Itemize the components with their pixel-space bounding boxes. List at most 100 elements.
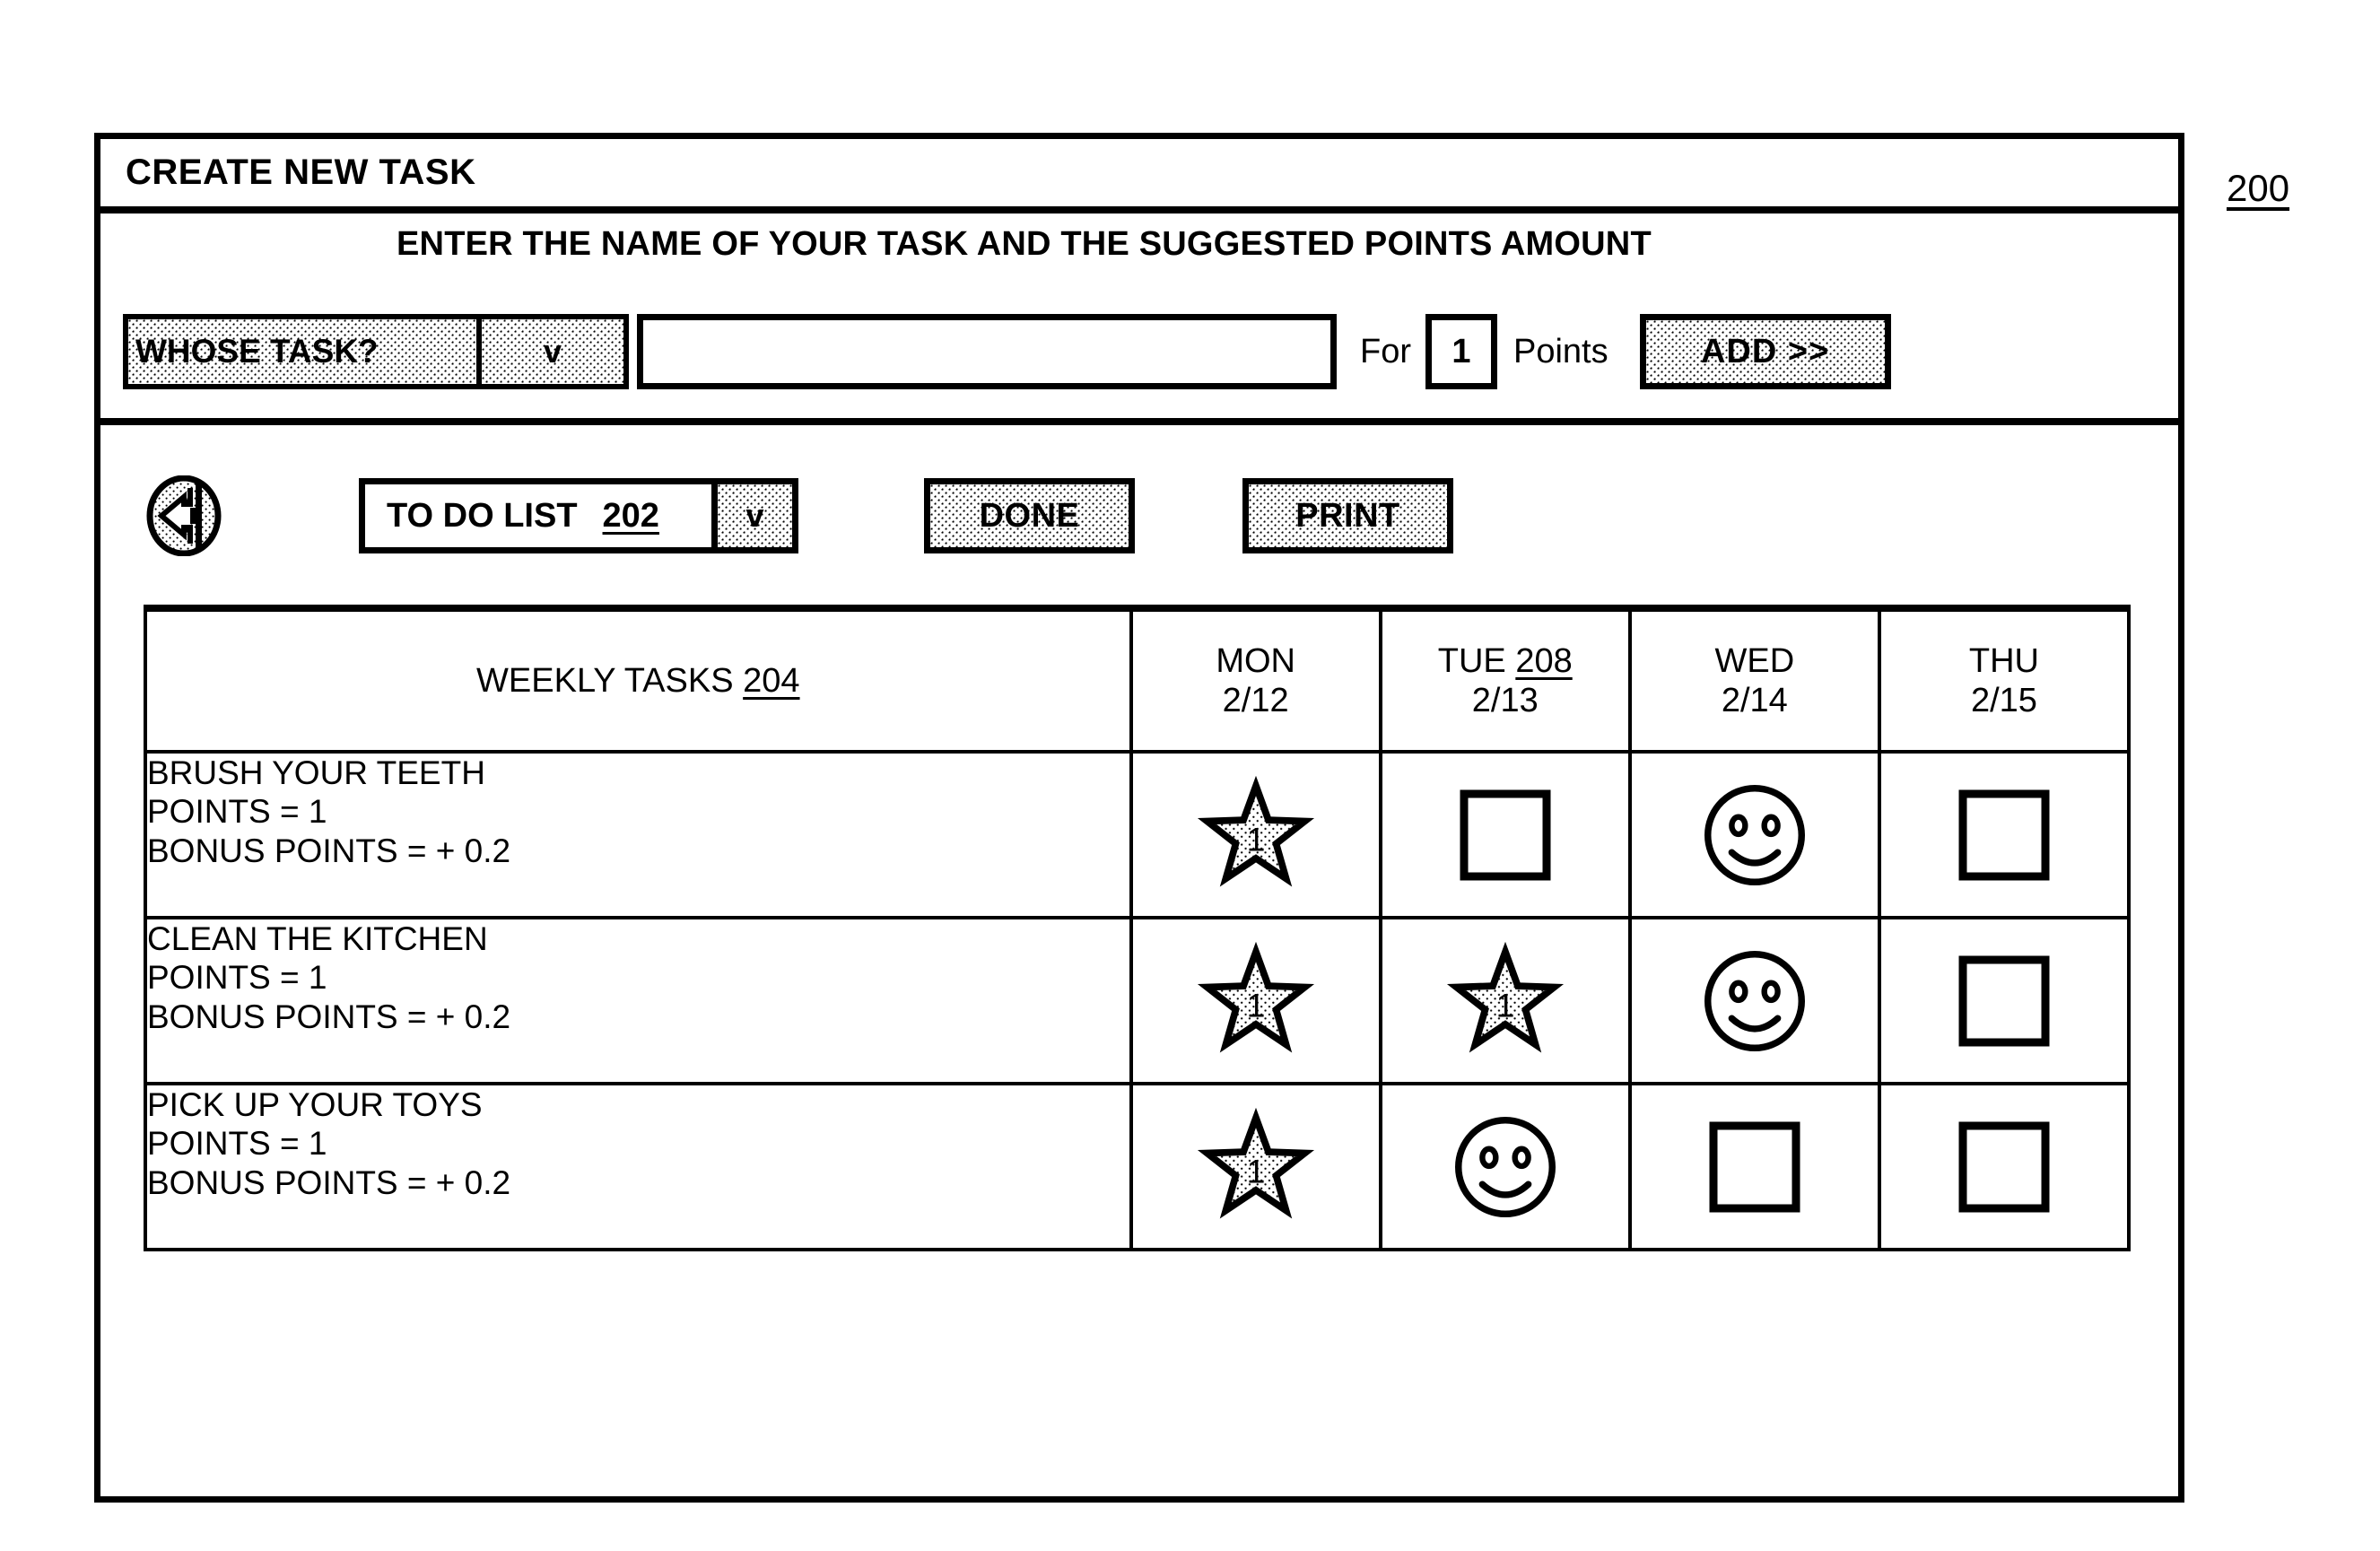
- svg-text:1: 1: [1246, 986, 1265, 1024]
- weekly-tasks-label: WEEKLY TASKS: [476, 661, 734, 700]
- star-mark[interactable]: 1: [1133, 919, 1379, 1082]
- task-status-cell-tue[interactable]: [1378, 1082, 1632, 1251]
- smiley-icon: [1704, 950, 1805, 1051]
- task-status-cell-wed[interactable]: [1627, 916, 1881, 1085]
- checkbox-icon: [1958, 955, 2050, 1046]
- table-row: PICK UP YOUR TOYS POINTS = 1 BONUS POINTS …: [144, 1082, 2132, 1251]
- done-button[interactable]: DONE: [924, 478, 1135, 553]
- star-mark[interactable]: 1: [1382, 919, 1628, 1082]
- mon-date-label: 2/12: [1222, 682, 1289, 719]
- task-status-cell-tue[interactable]: [1378, 750, 1632, 919]
- smiley-icon: [1704, 784, 1805, 885]
- task-bonus-points: BONUS POINTS = + 0.2: [147, 1163, 511, 1201]
- thu-header-group: THU 2/15: [1881, 641, 2127, 720]
- create-new-task-window: CREATE NEW TASK ENTER THE NAME OF YOUR T…: [94, 133, 2184, 1503]
- star-icon: 1: [1446, 941, 1564, 1053]
- task-status-cell-thu[interactable]: [1877, 750, 2132, 919]
- column-header-thu: THU 2/15: [1877, 605, 2132, 754]
- task-status-cell-mon[interactable]: 1: [1129, 1082, 1382, 1251]
- task-name: BRUSH YOUR TEETH: [147, 754, 485, 791]
- task-bonus-points: BONUS POINTS = + 0.2: [147, 998, 511, 1035]
- todo-list-panel: TO DO LIST 202 v DONE PRINT WEEKLY TASKS…: [100, 425, 2178, 1496]
- checkbox-icon: [1958, 789, 2050, 880]
- box-mark[interactable]: [1881, 1085, 2127, 1248]
- wed-day-label: WED: [1714, 641, 1795, 680]
- box-mark[interactable]: [1382, 754, 1628, 916]
- task-status-cell-wed[interactable]: [1627, 750, 1881, 919]
- smiley-mark[interactable]: [1632, 919, 1878, 1082]
- box-mark[interactable]: [1632, 1085, 1878, 1248]
- tue-date-label: 2/13: [1471, 682, 1539, 719]
- todo-list-label-group: TO DO LIST 202: [365, 484, 711, 547]
- weekly-tasks-table: WEEKLY TASKS 204 MON 2/12 TUE 208 2/13 W…: [144, 605, 2132, 1251]
- svg-text:1: 1: [1246, 1152, 1265, 1189]
- page-title: CREATE NEW TASK: [126, 152, 476, 192]
- wed-date-label: 2/14: [1721, 682, 1788, 719]
- tue-header-group: TUE 208 2/13: [1382, 641, 1628, 720]
- thu-day-label: THU: [1968, 641, 2039, 680]
- task-name-input[interactable]: [637, 314, 1337, 389]
- whose-task-label: WHOSE TASK?: [128, 319, 476, 384]
- todo-list-dropdown[interactable]: TO DO LIST 202 v: [359, 478, 798, 553]
- smiley-mark[interactable]: [1382, 1085, 1628, 1248]
- wed-header-group: WED 2/14: [1632, 641, 1878, 720]
- table-header: WEEKLY TASKS 204 MON 2/12 TUE 208 2/13 W…: [144, 605, 2132, 754]
- svg-text:1: 1: [1246, 820, 1265, 858]
- points-input[interactable]: 1: [1425, 314, 1497, 389]
- task-description-cell[interactable]: CLEAN THE KITCHEN POINTS = 1 BONUS POINTS …: [144, 916, 1133, 1085]
- smiley-icon: [1454, 1116, 1556, 1217]
- task-status-cell-thu[interactable]: [1877, 916, 2132, 1085]
- task-description-cell[interactable]: PICK UP YOUR TOYS POINTS = 1 BONUS POINTS …: [144, 1082, 1133, 1251]
- task-points: POINTS = 1: [147, 959, 327, 997]
- task-status-cell-mon[interactable]: 1: [1129, 750, 1382, 919]
- todo-list-reference-202: 202: [602, 496, 659, 535]
- figure-reference-200: 200: [2227, 167, 2290, 209]
- star-icon: 1: [1197, 775, 1314, 887]
- thu-date-label: 2/15: [1970, 682, 2037, 719]
- table-header-row: WEEKLY TASKS 204 MON 2/12 TUE 208 2/13 W…: [144, 605, 2132, 754]
- checkbox-icon: [1958, 1121, 2050, 1212]
- task-description-cell[interactable]: BRUSH YOUR TEETH POINTS = 1 BONUS POINTS =…: [144, 750, 1133, 919]
- checkbox-icon: [1709, 1121, 1800, 1212]
- tue-reference-208: 208: [1515, 641, 1573, 680]
- list-toolbar: TO DO LIST 202 v DONE PRINT: [100, 473, 2178, 559]
- points-label: Points: [1513, 332, 1608, 370]
- svg-text:1: 1: [1495, 986, 1514, 1024]
- task-status-cell-wed[interactable]: [1627, 1082, 1881, 1251]
- column-header-wed: WED 2/14: [1627, 605, 1881, 754]
- instruction-text: ENTER THE NAME OF YOUR TASK AND THE SUGG…: [397, 225, 1652, 263]
- mon-header-group: MON 2/12: [1133, 641, 1379, 720]
- star-mark[interactable]: 1: [1133, 754, 1379, 916]
- mon-day-label: MON: [1216, 641, 1295, 680]
- window-title-bar: CREATE NEW TASK: [100, 139, 2178, 213]
- add-task-button[interactable]: ADD >>: [1639, 314, 1891, 389]
- create-task-form-row: WHOSE TASK? v For 1 Points ADD >>: [100, 314, 2178, 389]
- task-bonus-points: BONUS POINTS = + 0.2: [147, 832, 511, 869]
- back-arrow-icon[interactable]: [144, 475, 224, 557]
- print-button[interactable]: PRINT: [1242, 478, 1453, 553]
- todo-list-label: TO DO LIST: [387, 496, 578, 535]
- table-row: CLEAN THE KITCHEN POINTS = 1 BONUS POINTS …: [144, 916, 2132, 1085]
- task-status-cell-thu[interactable]: [1877, 1082, 2132, 1251]
- star-icon: 1: [1197, 941, 1314, 1053]
- box-mark[interactable]: [1881, 754, 2127, 916]
- whose-task-dropdown[interactable]: WHOSE TASK? v: [123, 314, 629, 389]
- star-icon: 1: [1197, 1107, 1314, 1219]
- checkbox-icon: [1460, 789, 1551, 880]
- chevron-down-icon[interactable]: v: [476, 319, 623, 384]
- box-mark[interactable]: [1881, 919, 2127, 1082]
- chevron-down-icon[interactable]: v: [711, 484, 792, 547]
- task-points: POINTS = 1: [147, 793, 327, 831]
- task-status-cell-mon[interactable]: 1: [1129, 916, 1382, 1085]
- table-body: BRUSH YOUR TEETH POINTS = 1 BONUS POINTS =…: [144, 750, 2132, 1251]
- column-header-tue: TUE 208 2/13: [1378, 605, 1632, 754]
- weekly-tasks-header-group: WEEKLY TASKS 204: [147, 661, 1129, 701]
- column-header-mon: MON 2/12: [1129, 605, 1382, 754]
- table-row: BRUSH YOUR TEETH POINTS = 1 BONUS POINTS =…: [144, 750, 2132, 919]
- smiley-mark[interactable]: [1632, 754, 1878, 916]
- task-name: PICK UP YOUR TOYS: [147, 1086, 483, 1123]
- task-name: CLEAN THE KITCHEN: [147, 920, 488, 957]
- weekly-tasks-reference-204: 204: [743, 661, 800, 700]
- star-mark[interactable]: 1: [1133, 1085, 1379, 1248]
- task-status-cell-tue[interactable]: 1: [1378, 916, 1632, 1085]
